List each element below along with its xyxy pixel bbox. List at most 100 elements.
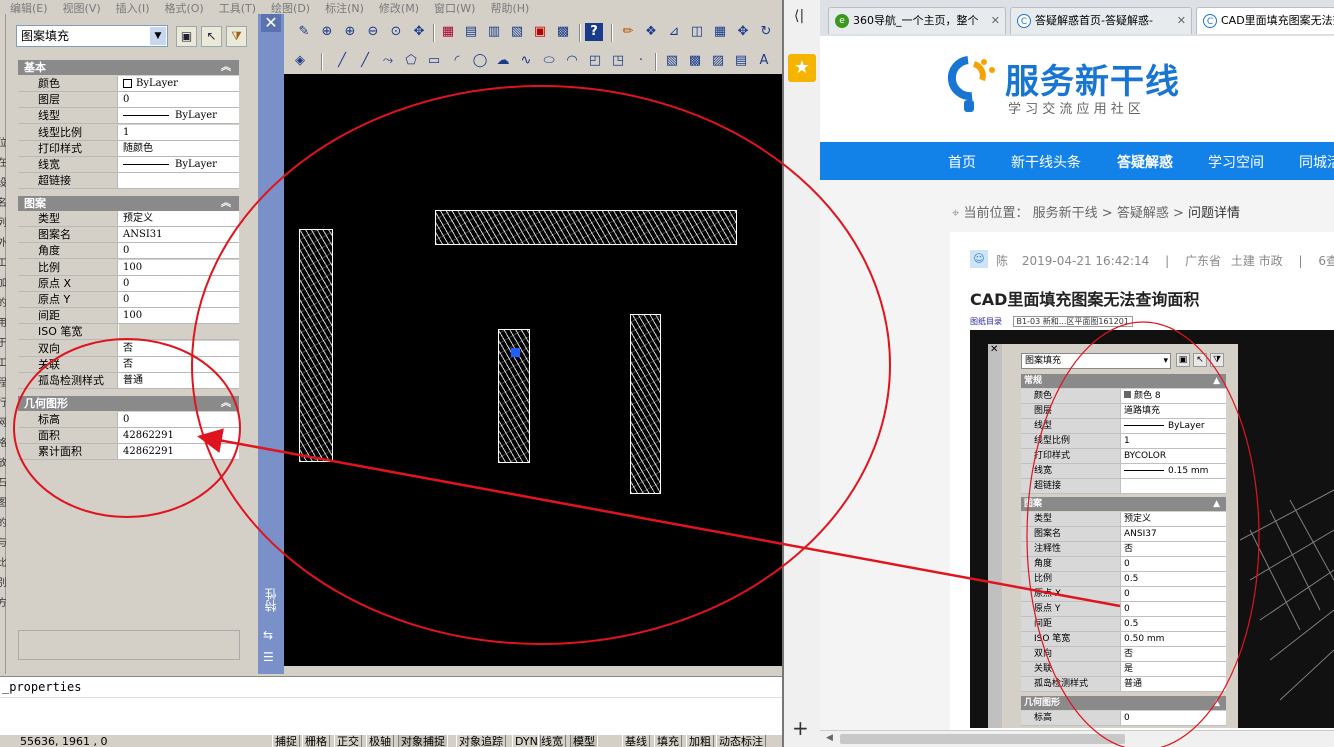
- property-row[interactable]: 超链接: [18, 173, 239, 190]
- status-toggle[interactable]: 线宽: [538, 735, 566, 747]
- property-row[interactable]: 原点 Y 0: [18, 292, 239, 308]
- menu-item[interactable]: 插入(I): [116, 2, 150, 14]
- property-row[interactable]: 图案名 ANSI31: [18, 227, 239, 244]
- status-toggle[interactable]: 对象捕捉: [398, 735, 448, 747]
- pan-realtime-icon[interactable]: ✥: [410, 23, 428, 41]
- property-row[interactable]: 比例 100: [18, 259, 239, 276]
- toggle-pickadd-icon[interactable]: ▣: [176, 26, 197, 47]
- property-row[interactable]: 面积 42862291: [18, 428, 239, 445]
- match-properties-icon[interactable]: ✎: [295, 23, 313, 41]
- close-icon[interactable]: ✕: [1177, 8, 1186, 33]
- property-row[interactable]: 图层 0: [18, 92, 239, 109]
- scroll-left-icon[interactable]: ◀: [826, 733, 833, 743]
- property-row[interactable]: 双向否: [18, 340, 239, 357]
- spline-icon[interactable]: ∿: [517, 52, 535, 70]
- drawing-canvas[interactable]: [284, 74, 782, 666]
- collapse-icon[interactable]: ︽: [221, 196, 231, 211]
- offset-icon[interactable]: ◫: [688, 23, 706, 41]
- autohide-icon[interactable]: ⇆: [263, 628, 273, 642]
- hatch-icon[interactable]: ▧: [663, 52, 681, 70]
- status-toggle[interactable]: 动态标注: [716, 735, 766, 747]
- meta-user[interactable]: 陈: [996, 254, 1008, 268]
- section-basic[interactable]: 基本 ︽: [18, 60, 239, 75]
- hatch-region[interactable]: [299, 229, 333, 462]
- copy-icon[interactable]: ❖: [642, 23, 660, 41]
- menu-item[interactable]: 修改(M): [379, 2, 419, 14]
- menu-item[interactable]: 视图(V): [63, 2, 101, 14]
- property-value-cell[interactable]: 100: [119, 260, 239, 275]
- status-toggle[interactable]: 模型: [570, 735, 598, 747]
- property-row[interactable]: 关联否: [18, 356, 239, 373]
- tab-dayi[interactable]: C 答疑解惑首页-答疑解惑- ✕: [1010, 7, 1192, 34]
- polyline-icon[interactable]: ⤳: [379, 52, 397, 70]
- construction-line-icon[interactable]: ╱: [356, 52, 374, 70]
- hatch-region[interactable]: [630, 314, 661, 494]
- property-row[interactable]: 累计面积 42862291: [18, 444, 239, 461]
- erase-icon[interactable]: ✏: [619, 23, 637, 41]
- property-value-cell[interactable]: ByLayer: [119, 108, 239, 123]
- property-value-cell[interactable]: 否: [119, 341, 239, 356]
- property-row[interactable]: 线宽 ByLayer: [18, 157, 239, 173]
- status-toggle[interactable]: 正交: [334, 735, 362, 747]
- property-value-cell[interactable]: [119, 173, 239, 188]
- tab-360[interactable]: e 360导航_一个主页，整个 ✕: [828, 7, 1006, 34]
- property-value-cell[interactable]: 0: [119, 412, 239, 427]
- ellipse-icon[interactable]: ⬭: [540, 52, 558, 70]
- property-row[interactable]: 类型 预定义: [18, 211, 239, 227]
- design-center-icon[interactable]: ▤: [462, 23, 480, 41]
- circle-icon[interactable]: ◯: [471, 52, 489, 70]
- add-icon[interactable]: +: [792, 716, 809, 740]
- status-toggle[interactable]: 对象追踪: [456, 735, 506, 747]
- make-block-icon[interactable]: ◳: [609, 52, 627, 70]
- breadcrumb-home[interactable]: 服务新干线: [1033, 206, 1098, 221]
- table-icon[interactable]: ▤: [732, 52, 750, 70]
- property-value-cell[interactable]: 0: [119, 243, 239, 258]
- menu-item[interactable]: 窗口(W): [434, 2, 475, 14]
- move-icon[interactable]: ✥: [734, 23, 752, 41]
- nav-headlines[interactable]: 新干线头条: [1011, 152, 1081, 172]
- zoom-previous-icon[interactable]: ⊖: [364, 23, 382, 41]
- line-icon[interactable]: ╱: [333, 52, 351, 70]
- quick-select-icon[interactable]: ⧩: [226, 26, 247, 47]
- property-row[interactable]: 线型比例 1: [18, 124, 239, 141]
- status-toggle[interactable]: 填充: [654, 735, 682, 747]
- array-icon[interactable]: ▦: [711, 23, 729, 41]
- property-value-cell[interactable]: 随颜色: [119, 141, 239, 156]
- tool-palettes-icon[interactable]: ▥: [485, 23, 503, 41]
- status-toggle[interactable]: 栅格: [302, 735, 330, 747]
- ellipse-arc-icon[interactable]: ◠: [563, 52, 581, 70]
- collapse-icon[interactable]: ︽: [221, 396, 231, 411]
- section-pattern[interactable]: 图案 ︽: [18, 196, 239, 211]
- property-row[interactable]: 间距 100: [18, 308, 239, 325]
- palette-menu-icon[interactable]: ☰: [263, 650, 274, 664]
- revision-cloud-icon[interactable]: ☁: [494, 52, 512, 70]
- layer-icon[interactable]: ◈: [291, 52, 309, 70]
- zoom-window-icon[interactable]: ⊕: [341, 23, 359, 41]
- favorites-star-icon[interactable]: ★: [788, 54, 816, 82]
- hatch-region[interactable]: [435, 210, 737, 245]
- property-row[interactable]: 线型 ByLayer: [18, 108, 239, 125]
- properties-icon[interactable]: ▦: [439, 23, 457, 41]
- property-value-cell[interactable]: 100: [119, 308, 239, 323]
- close-icon[interactable]: ✕: [991, 8, 1000, 33]
- property-row[interactable]: 孤岛检测样式 普通: [18, 373, 239, 389]
- polygon-icon[interactable]: ⬠: [402, 52, 420, 70]
- status-toggle[interactable]: 基线: [622, 735, 650, 747]
- property-value-cell[interactable]: 42862291: [119, 428, 239, 443]
- sidebar-collapse-icon[interactable]: ⟨|: [794, 8, 804, 24]
- menu-item[interactable]: 格式(O): [164, 2, 203, 14]
- close-icon[interactable]: ✕: [261, 14, 281, 32]
- property-value-cell[interactable]: 0: [119, 292, 239, 307]
- menu-item[interactable]: 编辑(E): [10, 2, 48, 14]
- zoom-extents-icon[interactable]: ⊙: [387, 23, 405, 41]
- menu-item[interactable]: 工具(T): [219, 2, 256, 14]
- breadcrumb-qa[interactable]: 答疑解惑: [1117, 206, 1169, 221]
- nav-study[interactable]: 学习空间: [1208, 152, 1264, 172]
- gradient-icon[interactable]: ▩: [686, 52, 704, 70]
- property-value-cell[interactable]: 1: [119, 125, 239, 140]
- property-value-cell[interactable]: 42862291: [119, 444, 239, 459]
- avatar[interactable]: ☺: [970, 250, 988, 268]
- calculator-icon[interactable]: ▩: [554, 23, 572, 41]
- property-row[interactable]: 角度 0: [18, 243, 239, 260]
- menu-item[interactable]: 标注(N): [325, 2, 364, 14]
